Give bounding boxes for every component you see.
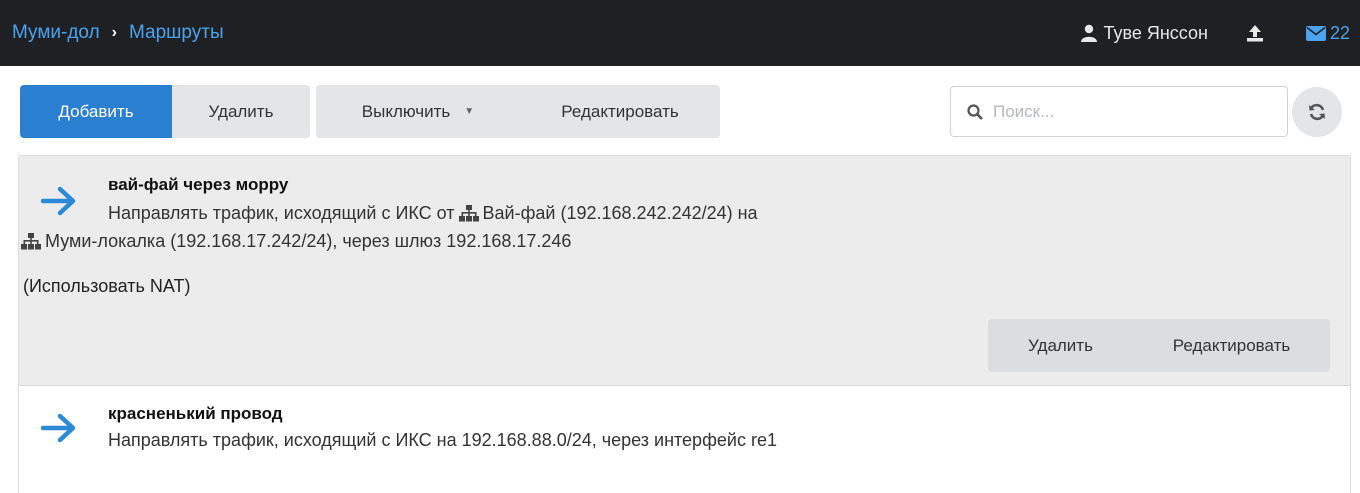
route-name: красненький провод [108,404,283,423]
breadcrumb: Муми-дол › Маршруты [12,0,224,66]
route-description: Направлять трафик, исходящий с ИКС на 19… [108,430,777,450]
messages-button[interactable]: 22 [1305,22,1350,44]
top-bar: Муми-дол › Маршруты Туве Янссон 22 [0,0,1360,66]
user-icon [1080,24,1097,42]
envelope-icon [1305,25,1326,41]
mail-count: 22 [1329,22,1350,43]
edit-button[interactable]: Редактировать [520,85,720,138]
route-description-text: Направлять трафик, исходящий с ИКС от [108,203,455,223]
route-description-line2: Муми-локалка (192.168.17.242/24), через … [21,231,571,252]
list-item[interactable]: вай-фай через морру Направлять трафик, и… [19,156,1350,386]
destination-network-link[interactable]: Муми-локалка (192.168.17.242/24), через … [45,231,571,252]
search-box [950,86,1288,137]
search-icon [967,103,983,120]
route-name: вай-фай через морру [108,175,289,194]
disable-label: Выключить [361,101,451,121]
toolbar: Добавить Удалить Выключить ▼ Редактирова… [20,85,720,138]
item-edit-button[interactable]: Редактировать [1133,319,1330,372]
source-network-link[interactable]: Вай-фай (192.168.242.242/24) на [483,203,758,224]
network-icon [21,233,41,250]
nat-note: (Использовать NAT) [23,276,191,296]
route-description-line1: Направлять трафик, исходящий с ИКС от Ва… [108,203,758,224]
arrow-right-icon [41,186,76,216]
user-name: Туве Янссон [1103,22,1208,43]
breadcrumb-home-link[interactable]: Муми-дол [12,22,100,44]
disable-dropdown-button[interactable]: Выключить ▼ [316,85,520,138]
delete-button[interactable]: Удалить [172,85,310,138]
network-icon [458,205,479,222]
add-button[interactable]: Добавить [20,85,172,138]
breadcrumb-current-link[interactable]: Маршруты [129,22,224,44]
item-actions: Удалить Редактировать [988,319,1330,372]
refresh-button[interactable] [1292,87,1342,137]
caret-down-icon: ▼ [464,106,475,117]
list-item[interactable]: красненький провод Направлять трафик, ис… [19,387,1350,493]
item-delete-button[interactable]: Удалить [988,319,1133,372]
breadcrumb-separator-icon: › [111,24,117,41]
refresh-icon [1309,103,1325,121]
arrow-right-icon [41,413,76,443]
routes-list: вай-фай через морру Направлять трафик, и… [18,155,1351,493]
search-input[interactable] [993,101,1273,122]
upload-icon [1246,25,1263,42]
user-menu[interactable]: Туве Янссон [1080,23,1208,44]
upload-button[interactable] [1246,24,1264,42]
